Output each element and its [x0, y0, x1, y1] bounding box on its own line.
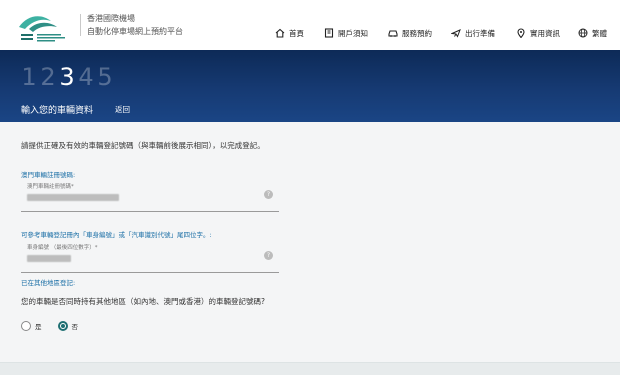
nav-language-label: 繁體	[592, 28, 607, 38]
form-intro: 請提供正確及有效的車輛登記號碼（與車輛前後展示相同），以完成登記。	[21, 141, 265, 150]
chassis-number-value-redacted	[27, 255, 71, 262]
nav-language[interactable]: 繁體	[578, 27, 607, 39]
back-link[interactable]: 返回	[115, 104, 130, 115]
other-region-section-label: 已在其他地區登記:	[21, 279, 76, 287]
nav-account-notice-label: 開戶須知	[338, 28, 368, 38]
chassis-number-field[interactable]: 車身編號 （最後四位數字）* ?	[21, 241, 279, 273]
macau-plate-value-redacted	[27, 194, 119, 201]
nav-useful-info-label: 實用資訊	[530, 28, 560, 38]
chassis-section-label: 可參考車輛登記冊內「車身編號」或「汽車識別代號」尾四位字。:	[21, 231, 212, 239]
radio-no-label[interactable]: 否	[72, 321, 79, 331]
chassis-number-placeholder: 車身編號 （最後四位數字）*	[27, 245, 98, 251]
step-3-current: 3	[59, 63, 75, 91]
nav-account-notice[interactable]: 開戶須知	[324, 27, 368, 39]
nav-home[interactable]: 首頁	[275, 27, 304, 39]
other-region-question: 您的車輛是否同時持有其他地區（如內地、澳門或香港）的車輛登記號碼?	[21, 297, 265, 306]
nav-service-booking-label: 服務預約	[402, 28, 432, 38]
home-icon	[275, 28, 285, 38]
footer-strip	[0, 362, 620, 375]
brand-subtitle: 自動化停車場網上預約平台	[87, 27, 183, 36]
nav-useful-info[interactable]: 實用資訊	[516, 27, 560, 39]
brand-title: 香港國際機場	[87, 14, 135, 23]
help-icon[interactable]: ?	[264, 251, 273, 260]
site-header: 香港國際機場 自動化停車場網上預約平台 首頁 開戶須知 服務預約 出行準備 實用…	[0, 0, 620, 50]
page-title: 輸入您的車輛資料	[21, 106, 94, 116]
location-pin-icon	[517, 28, 525, 38]
macau-plate-placeholder: 澳門車輛註冊號碼*	[27, 184, 74, 190]
radio-yes[interactable]	[21, 321, 31, 331]
macau-plate-section-label: 澳門車輛註冊號碼:	[21, 171, 76, 179]
logo-divider	[80, 14, 81, 36]
nav-home-label: 首頁	[289, 28, 304, 38]
other-region-radio-group: 是 否	[21, 321, 94, 331]
nav-service-booking[interactable]: 服務預約	[388, 27, 432, 39]
radio-no[interactable]	[57, 321, 68, 331]
step-2: 2	[40, 63, 56, 91]
radio-yes-label[interactable]: 是	[35, 321, 42, 331]
plane-icon	[451, 29, 461, 38]
macau-plate-field[interactable]: 澳門車輛註冊號碼* ?	[21, 180, 279, 212]
globe-icon	[578, 28, 588, 38]
step-1: 1	[21, 63, 37, 91]
airport-logo[interactable]	[17, 9, 73, 43]
nav-travel-prep-label: 出行準備	[465, 28, 495, 38]
car-icon	[388, 30, 398, 37]
step-indicator: 1 2 3 4 5	[21, 62, 113, 92]
nav-travel-prep[interactable]: 出行準備	[451, 27, 495, 39]
step-4: 4	[78, 63, 94, 91]
document-icon	[324, 28, 334, 38]
step-5: 5	[97, 63, 113, 91]
help-icon[interactable]: ?	[264, 190, 273, 199]
